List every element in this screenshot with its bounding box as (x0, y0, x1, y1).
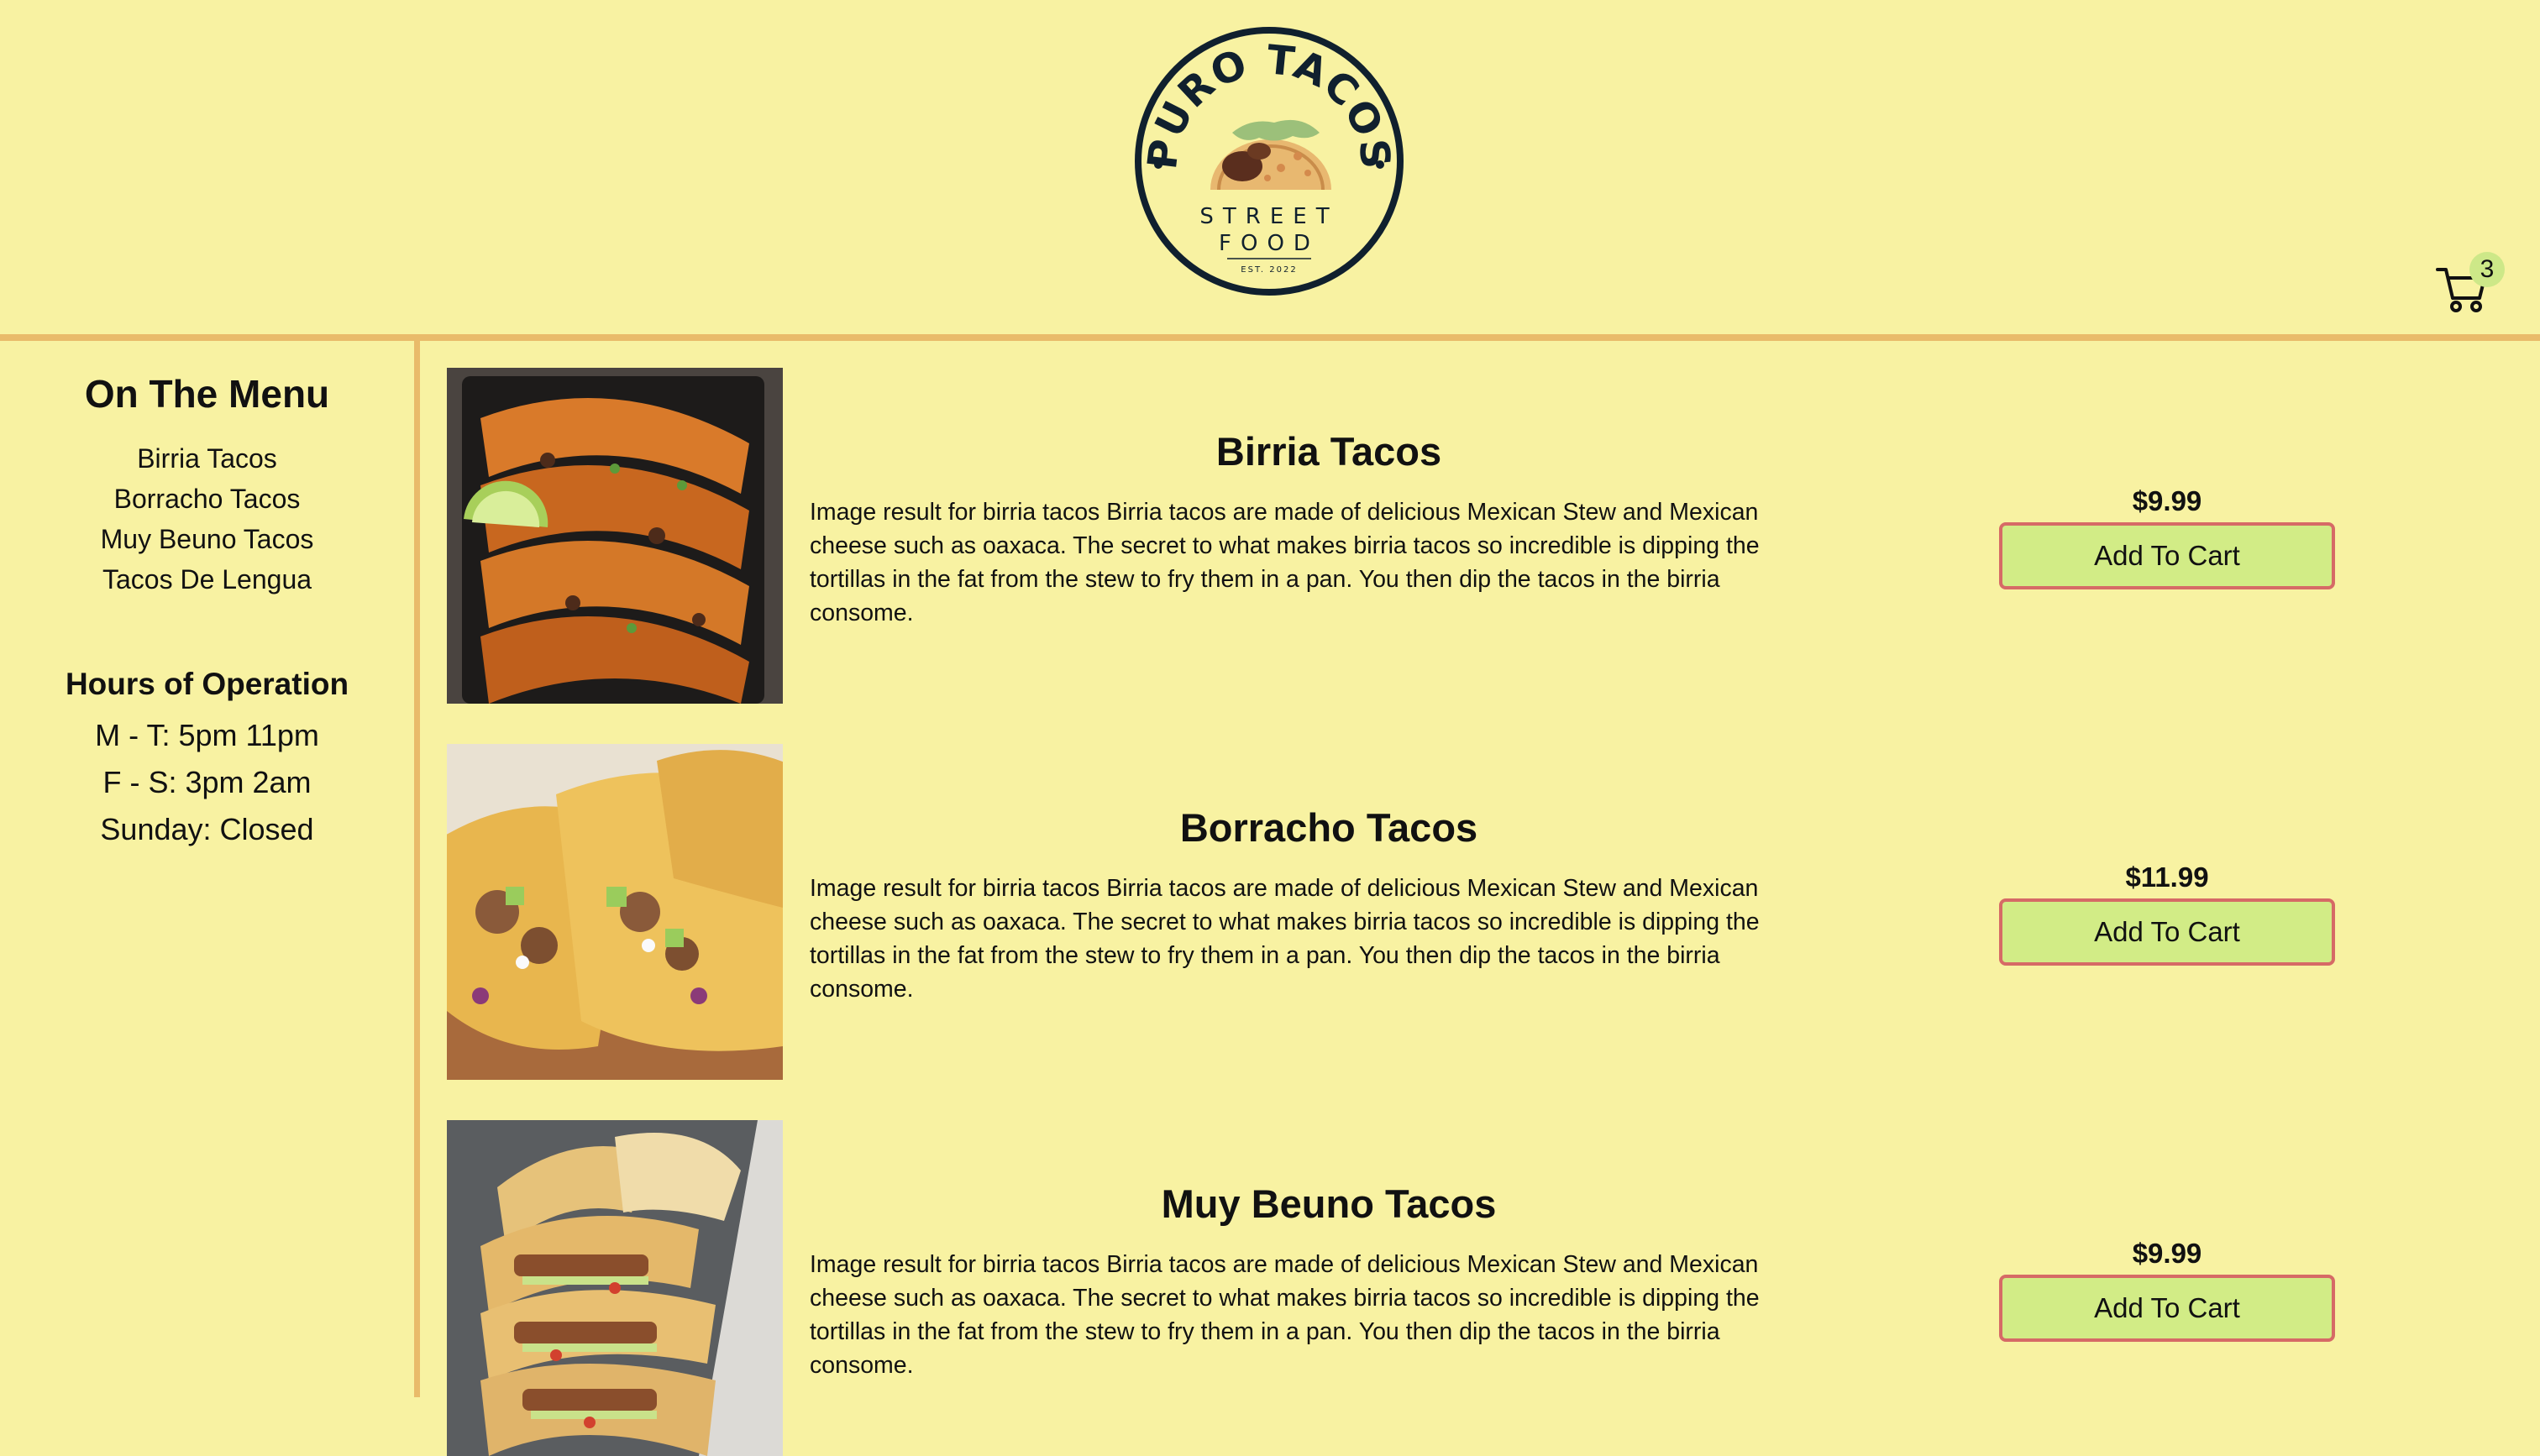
hours-entry: M - T: 5pm 11pm (95, 718, 319, 752)
muy-beuno-tacos-photo (447, 1120, 783, 1456)
add-to-cart-button[interactable]: Add To Cart (1999, 1275, 2335, 1342)
menu-card-birria-tacos: Birria Tacos Image result for birria tac… (447, 368, 2513, 704)
hours-list: M - T: 5pm 11pm F - S: 3pm 2am Sunday: C… (0, 712, 414, 853)
menu-item-borracho-tacos[interactable]: Borracho Tacos (0, 479, 414, 519)
add-to-cart-button[interactable]: Add To Cart (1999, 898, 2335, 966)
svg-text:EST. 2022: EST. 2022 (1241, 265, 1297, 275)
add-to-cart-button[interactable]: Add To Cart (1999, 522, 2335, 589)
item-price: $11.99 (2125, 862, 2209, 893)
item-title: Birria Tacos (1215, 429, 1442, 474)
menu-card-borracho-tacos: Borracho Tacos Image result for birria t… (447, 744, 2513, 1080)
menu-item-tacos-de-lengua[interactable]: Tacos De Lengua (0, 559, 414, 600)
hours-heading: Hours of Operation (65, 667, 349, 701)
cart-count-badge: 3 (2469, 252, 2505, 287)
svg-text:STREET: STREET (1199, 204, 1338, 229)
item-price: $9.99 (2132, 485, 2202, 516)
item-price: $9.99 (2132, 1238, 2202, 1269)
hours-entry: F - S: 3pm 2am (102, 765, 312, 799)
menu-item-muy-beuno-tacos[interactable]: Muy Beuno Tacos (0, 519, 414, 559)
menu-list: Birria Tacos Borracho Tacos Muy Beuno Ta… (0, 438, 414, 600)
svg-text:FOOD: FOOD (1219, 231, 1320, 256)
site-header: PURO TACOS STREET FOOD EST. 2022 3 (0, 0, 2540, 334)
hours-entry: Sunday: Closed (100, 812, 314, 846)
borracho-tacos-photo (447, 744, 783, 1080)
sidebar-divider (414, 341, 420, 1397)
menu-card-muy-beuno-tacos: Muy Beuno Tacos Image result for birria … (447, 1120, 2513, 1456)
puro-tacos-logo[interactable]: PURO TACOS STREET FOOD EST. 2022 (1133, 25, 1405, 297)
item-title: Borracho Tacos (1179, 805, 1478, 850)
item-description: Image result for birria tacos Birria tac… (810, 499, 1760, 626)
item-description: Image result for birria tacos Birria tac… (810, 875, 1760, 1003)
item-title: Muy Beuno Tacos (1161, 1181, 1497, 1226)
item-description: Image result for birria tacos Birria tac… (810, 1251, 1760, 1379)
menu-item-birria-tacos[interactable]: Birria Tacos (0, 438, 414, 479)
menu-heading: On The Menu (84, 372, 330, 416)
birria-tacos-photo (447, 368, 783, 704)
header-divider (0, 334, 2540, 341)
